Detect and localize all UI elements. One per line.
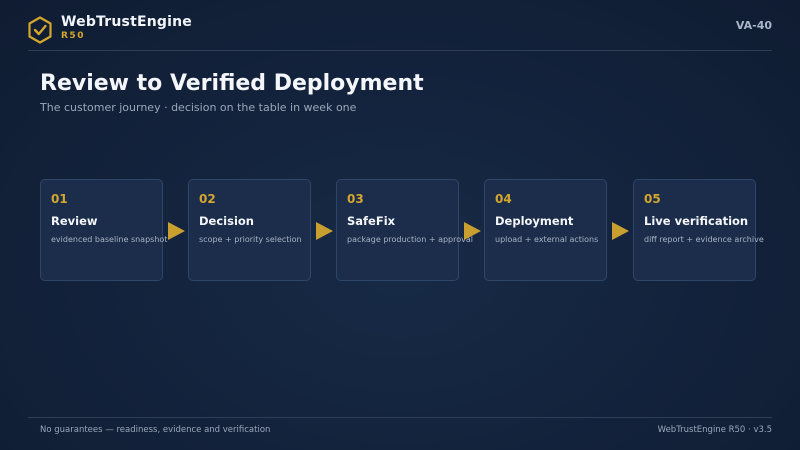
step-card-live-verification: 05 Live verification diff report + evide… <box>633 179 764 281</box>
brand-subtitle: R50 <box>61 31 85 41</box>
page-title: Review to Verified Deployment <box>40 71 424 96</box>
step-description: upload + external actions <box>495 235 599 244</box>
arrow-right-icon <box>316 222 333 240</box>
step-number: 04 <box>495 192 512 206</box>
step-card-decision: 02 Decision scope + priority selection <box>188 179 311 281</box>
step-number: 03 <box>347 192 364 206</box>
arrow-right-icon <box>612 222 629 240</box>
step-title: Decision <box>199 214 254 228</box>
step-title: SafeFix <box>347 214 396 228</box>
step-card-safefix: 03 SafeFix package production + approval <box>336 179 473 281</box>
header-divider <box>28 50 772 51</box>
step-description: scope + priority selection <box>199 235 302 244</box>
journey-steps: 01 Review evidenced baseline snapshot 02… <box>40 179 764 283</box>
step-title: Live verification <box>644 214 749 228</box>
step-description: diff report + evidence archive <box>644 235 764 244</box>
step-number: 02 <box>199 192 216 206</box>
slide-id: VA-40 <box>735 19 772 32</box>
step-number: 05 <box>644 192 661 206</box>
step-card-review: 01 Review evidenced baseline snapshot <box>40 179 167 281</box>
footer-disclaimer: No guarantees — readiness, evidence and … <box>40 425 271 435</box>
footer-version: WebTrustEngine R50 · v3.5 <box>657 425 772 435</box>
arrow-right-icon <box>168 222 185 240</box>
arrow-right-icon <box>464 222 481 240</box>
step-description: package production + approval <box>347 235 473 244</box>
header: WebTrustEngine R50 VA-40 <box>28 14 772 50</box>
step-title: Review <box>51 214 98 228</box>
brand-name: WebTrustEngine <box>61 14 192 30</box>
step-number: 01 <box>51 192 68 206</box>
step-title: Deployment <box>495 214 574 228</box>
footer-divider <box>28 417 772 418</box>
step-description: evidenced baseline snapshot <box>51 235 168 244</box>
step-card-deployment: 04 Deployment upload + external actions <box>484 179 607 281</box>
shield-check-icon <box>28 16 52 44</box>
page-subtitle: The customer journey · decision on the t… <box>40 101 357 114</box>
